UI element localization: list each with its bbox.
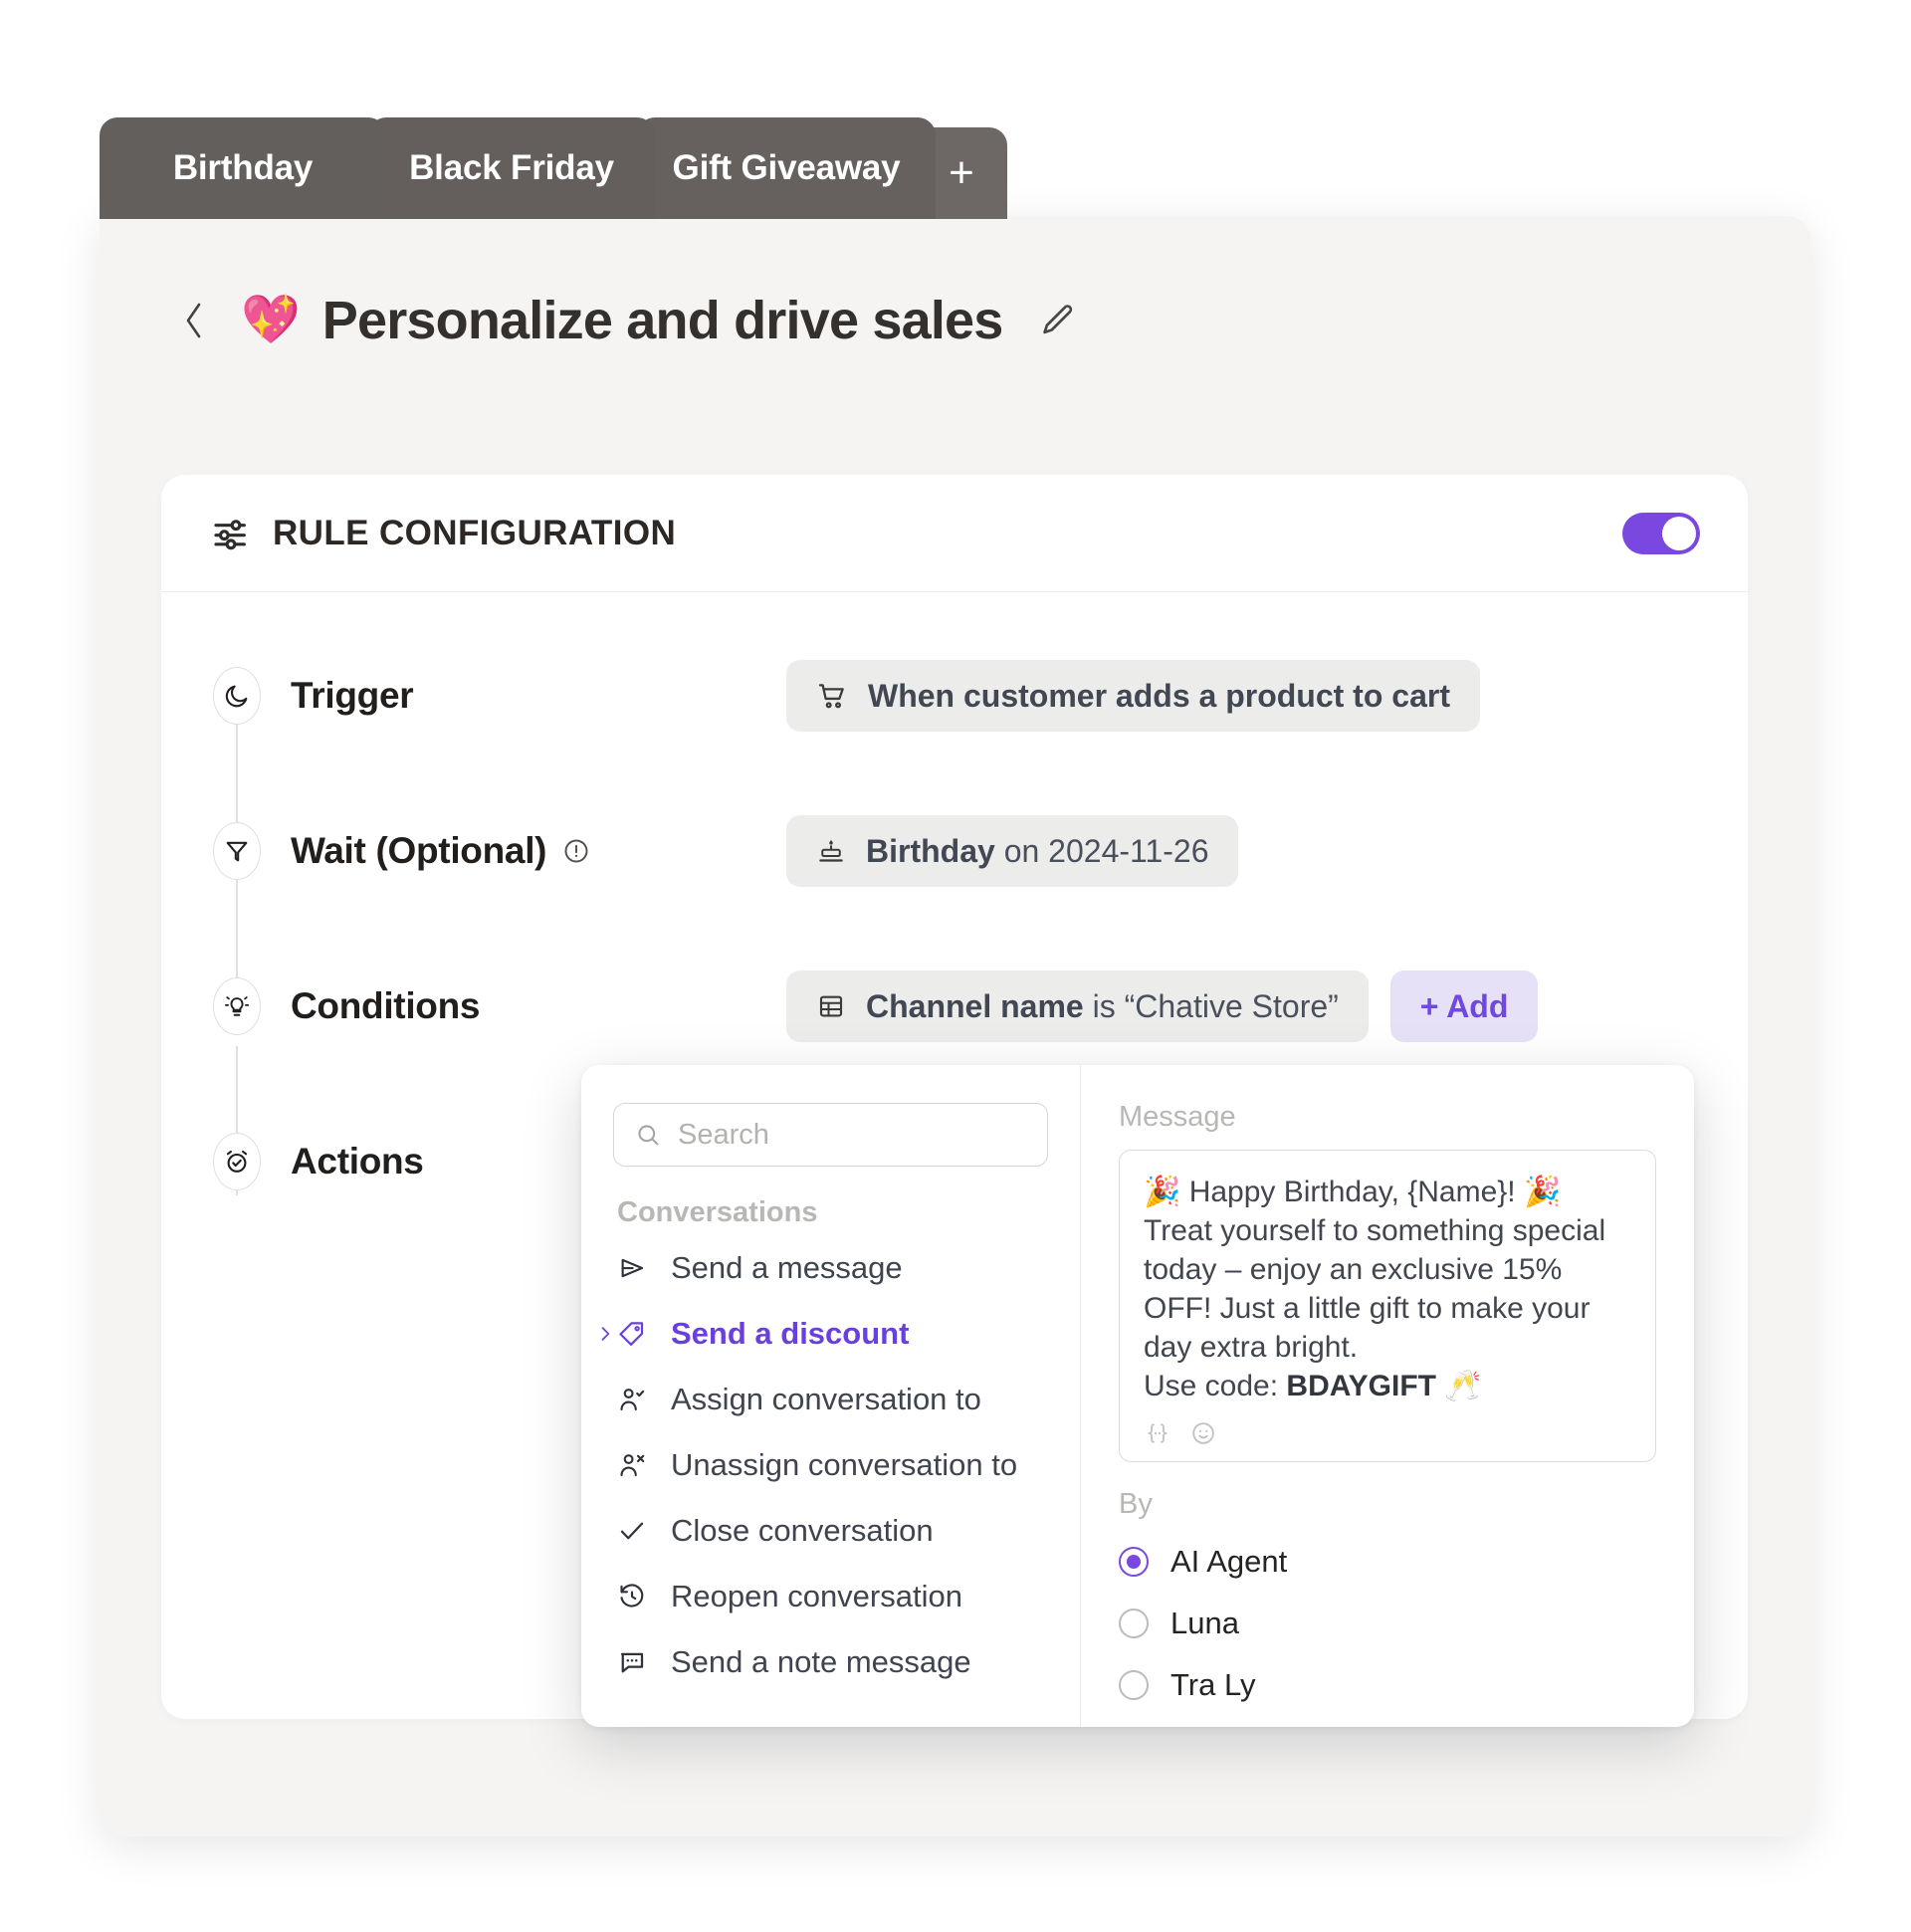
page-header: 💖 Personalize and drive sales — [100, 216, 1811, 425]
sparkling-heart-emoji: 💖 — [241, 294, 301, 346]
menu-item-label: Send a discount — [671, 1316, 910, 1351]
wait-chip-text: Birthday on 2024-11-26 — [866, 833, 1208, 870]
add-condition-button[interactable]: + Add — [1389, 970, 1539, 1042]
menu-item-label: Close conversation — [671, 1513, 934, 1548]
row-label-conditions: Conditions — [291, 985, 481, 1026]
menu-item-close-conversation[interactable]: Close conversation — [613, 1498, 1048, 1564]
row-trigger: Trigger When customer adds a product to … — [161, 634, 1748, 757]
send-icon — [617, 1253, 661, 1283]
actions-node-icon — [213, 1133, 261, 1190]
radio-indicator — [1119, 1609, 1149, 1638]
conditions-node-icon — [213, 977, 261, 1035]
row-conditions: Conditions Channel name is “Chative Stor… — [161, 945, 1748, 1068]
screenshot-root: Birthday Black Friday Gift Giveaway + 💖 … — [0, 0, 1911, 1932]
tab-label: Birthday — [172, 148, 314, 187]
menu-item-label: Send a message — [671, 1250, 903, 1285]
message-toolbar — [1144, 1419, 1631, 1447]
condition-chip-bold: Channel name — [866, 987, 1084, 1024]
trigger-chip[interactable]: When customer adds a product to cart — [786, 660, 1480, 732]
back-chevron-icon[interactable] — [179, 298, 209, 343]
message-editor[interactable]: 🎉 Happy Birthday, {Name}! 🎉 Treat yourse… — [1119, 1150, 1656, 1462]
menu-item-assign-conversation-to[interactable]: Assign conversation to — [613, 1367, 1048, 1432]
sliders-icon — [211, 514, 251, 553]
tab-label: Black Friday — [409, 148, 614, 187]
message-text: 🎉 Happy Birthday, {Name}! 🎉 Treat yourse… — [1144, 1173, 1631, 1405]
menu-item-send-a-message[interactable]: Send a message — [613, 1235, 1048, 1301]
row-label-actions: Actions — [291, 1141, 424, 1181]
radio-label: AI Agent — [1170, 1544, 1288, 1579]
radio-label: Tra Ly — [1170, 1667, 1256, 1702]
radio-option-tra-ly[interactable]: Tra Ly — [1119, 1654, 1656, 1716]
chevron-right-icon — [595, 1324, 615, 1344]
note-icon — [617, 1647, 661, 1677]
cart-icon — [816, 680, 848, 712]
radio-option-luna[interactable]: Luna — [1119, 1593, 1656, 1654]
tab-gift-giveaway[interactable]: Gift Giveaway — [637, 117, 936, 219]
cake-icon — [816, 836, 846, 866]
trigger-node-icon — [213, 667, 261, 725]
table-icon — [816, 991, 846, 1021]
menu-item-label: Assign conversation to — [671, 1382, 981, 1416]
condition-chip-text: Channel name is “Chative Store” — [866, 988, 1339, 1025]
discount-config-panel: Message 🎉 Happy Birthday, {Name}! 🎉 Trea… — [1081, 1065, 1694, 1727]
wait-node-icon — [213, 822, 261, 880]
radio-label: Luna — [1170, 1606, 1239, 1640]
message-body-post: 🥂 — [1436, 1370, 1482, 1402]
message-field-label: Message — [1119, 1101, 1236, 1133]
condition-chip-rest: is “Chative Store” — [1083, 987, 1339, 1024]
card-header: RULE CONFIGURATION — [161, 475, 1748, 592]
menu-group-label: Conversations — [617, 1196, 818, 1228]
wait-chip-bold: Birthday — [866, 832, 995, 869]
menu-item-unassign-conversation-to[interactable]: Unassign conversation to — [613, 1432, 1048, 1498]
page-title: Personalize and drive sales — [321, 291, 1004, 350]
user-x-icon — [617, 1450, 661, 1480]
variable-icon[interactable] — [1144, 1419, 1171, 1447]
action-picker-popover: Conversations Send a message — [581, 1065, 1694, 1727]
menu-item-send-a-discount[interactable]: Send a discount — [601, 1301, 1048, 1367]
tab-label: Gift Giveaway — [672, 148, 901, 187]
radio-indicator — [1119, 1547, 1149, 1577]
menu-item-label: Unassign conversation to — [671, 1447, 1018, 1482]
by-field-label: By — [1119, 1488, 1153, 1520]
radio-indicator — [1119, 1670, 1149, 1700]
menu-item-label: Reopen conversation — [671, 1579, 962, 1613]
card-title: RULE CONFIGURATION — [273, 513, 677, 552]
app-window: Birthday Black Friday Gift Giveaway + 💖 … — [100, 114, 1811, 1836]
add-tab-button[interactable]: + — [949, 151, 974, 195]
trigger-value: When customer adds a product to cart — [786, 660, 1480, 732]
tag-icon — [617, 1319, 661, 1349]
conditions-value: Channel name is “Chative Store” + Add — [786, 970, 1539, 1042]
user-check-icon — [617, 1385, 661, 1414]
radio-option-ai-agent[interactable]: AI Agent — [1119, 1531, 1656, 1593]
check-icon — [617, 1516, 661, 1546]
search-box[interactable] — [613, 1103, 1048, 1167]
message-body-pre: 🎉 Happy Birthday, {Name}! 🎉 Treat yourse… — [1144, 1176, 1606, 1402]
rule-enabled-toggle[interactable] — [1622, 512, 1700, 554]
menu-item-label: Send a note message — [671, 1644, 971, 1679]
wait-chip[interactable]: Birthday on 2024-11-26 — [786, 815, 1239, 887]
action-menu-panel: Conversations Send a message — [581, 1065, 1081, 1727]
trigger-chip-text: When customer adds a product to cart — [868, 677, 1450, 714]
edit-pencil-icon[interactable] — [1037, 300, 1079, 341]
wait-chip-rest: on 2024-11-26 — [994, 832, 1209, 869]
message-discount-code: BDAYGIFT — [1286, 1370, 1436, 1402]
wait-value: Birthday on 2024-11-26 — [786, 815, 1239, 887]
history-icon — [617, 1582, 661, 1611]
emoji-icon[interactable] — [1189, 1419, 1217, 1447]
tab-birthday[interactable]: Birthday — [100, 117, 386, 219]
tab-strip: Birthday Black Friday Gift Giveaway + — [100, 114, 1007, 219]
search-icon — [634, 1121, 662, 1149]
info-icon[interactable] — [562, 837, 590, 865]
toggle-knob — [1662, 516, 1696, 550]
tab-black-friday[interactable]: Black Friday — [368, 117, 655, 219]
menu-item-reopen-conversation[interactable]: Reopen conversation — [613, 1564, 1048, 1629]
condition-chip[interactable]: Channel name is “Chative Store” — [786, 970, 1369, 1042]
menu-item-send-a-note-message[interactable]: Send a note message — [613, 1629, 1048, 1695]
row-wait: Wait (Optional) Birthday on 2024-11-26 — [161, 789, 1748, 913]
row-label-wait: Wait (Optional) — [291, 830, 547, 871]
row-label-trigger: Trigger — [291, 675, 414, 716]
search-input[interactable] — [678, 1118, 1027, 1152]
